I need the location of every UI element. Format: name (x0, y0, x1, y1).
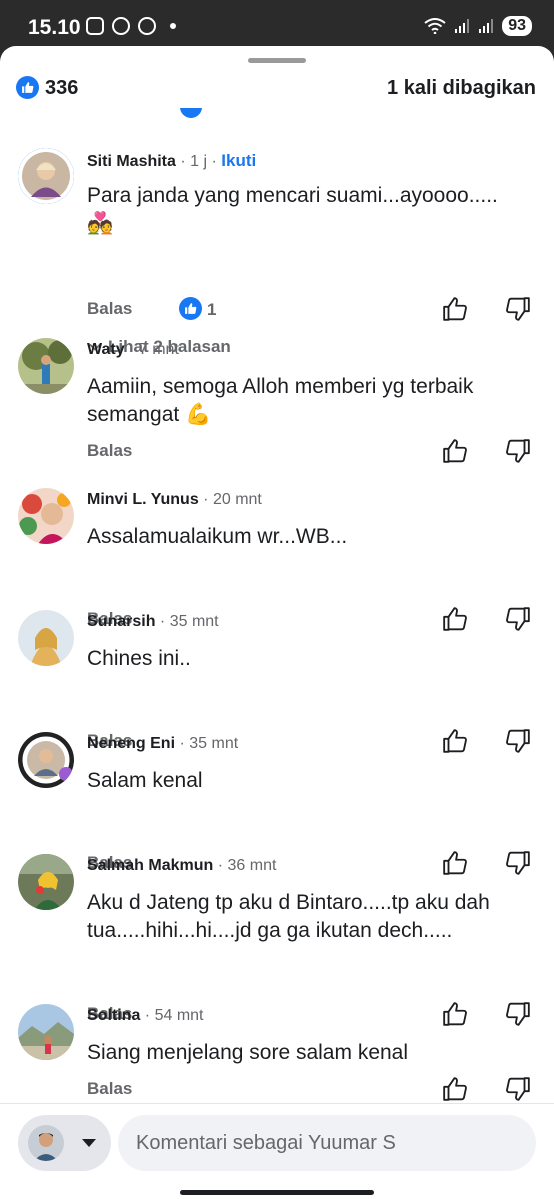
comment-emoji: 💑 (87, 212, 114, 235)
like-reaction-icon[interactable] (179, 297, 202, 320)
comment-text: Aku d Jateng tp aku d Bintaro.....tp aku… (87, 891, 490, 942)
signal-icon (455, 19, 470, 33)
like-count[interactable]: 336 (45, 77, 78, 100)
thumbs-up-outline-icon[interactable] (442, 606, 468, 632)
reactions-header: 336 1 kali dibagikan (0, 72, 554, 108)
comment-author[interactable]: Waty (87, 341, 125, 358)
whatsapp-icon (112, 17, 130, 35)
comment-composer: Komentari sebagai Yuumar S (0, 1103, 554, 1199)
wifi-icon (424, 18, 446, 34)
comment-author[interactable]: Sunarsih (87, 613, 155, 630)
comment-text: Salam kenal (87, 769, 203, 792)
avatar[interactable] (18, 732, 74, 788)
status-time: 15.10 (28, 16, 81, 39)
battery-level: 93 (502, 16, 532, 36)
thumbs-down-outline-icon[interactable] (505, 438, 531, 464)
account-switcher-button[interactable] (18, 1115, 111, 1171)
thumbs-down-outline-icon[interactable] (505, 296, 531, 322)
comment-meta: Waty · 7 mnt (87, 341, 179, 358)
reaction-count[interactable]: 1 (207, 300, 216, 320)
comment-meta: Neneng Eni · 35 mnt (87, 735, 239, 752)
thumbs-up-outline-icon[interactable] (442, 296, 468, 322)
avatar (28, 1125, 64, 1161)
thumbs-up-outline-icon[interactable] (442, 1076, 468, 1102)
thumbs-up-outline-icon[interactable] (442, 728, 468, 754)
avatar[interactable] (18, 148, 74, 204)
comment-meta: Sunarsih · 35 mnt (87, 613, 219, 630)
thumbs-up-outline-icon[interactable] (442, 438, 468, 464)
comment-time[interactable]: 7 mnt (139, 341, 179, 358)
status-notification-icons (86, 17, 176, 35)
comment-text: Chines ini.. (87, 647, 191, 670)
caret-down-icon (82, 1139, 96, 1147)
comment-meta: Soltina · 54 mnt (87, 1007, 204, 1024)
comment-time[interactable]: 54 mnt (155, 1007, 204, 1024)
comment-text: Assalamualaikum wr...WB... (87, 525, 348, 548)
signal-icon (479, 19, 494, 33)
thumbs-down-outline-icon[interactable] (505, 1001, 531, 1027)
thumbs-down-outline-icon[interactable] (505, 728, 531, 754)
more-notifications-dot (170, 23, 176, 29)
avatar[interactable] (18, 854, 74, 910)
like-icon[interactable] (16, 76, 39, 99)
comment-meta: Minvi L. Yunus · 20 mnt (87, 491, 262, 508)
status-bar: 15.10 93 (0, 0, 554, 52)
comment-input-placeholder: Komentari sebagai Yuumar S (136, 1131, 396, 1154)
avatar[interactable] (18, 1004, 74, 1060)
comment-author[interactable]: Siti Mashita (87, 153, 176, 170)
comment-text: Siang menjelang sore salam kenal (87, 1041, 409, 1064)
gesture-navigation-bar[interactable] (180, 1190, 374, 1195)
comment-text: Aamiin, semoga Alloh memberi yg terbaik … (87, 375, 474, 426)
comment-time[interactable]: 1 j (190, 153, 207, 170)
comment-meta: Siti Mashita · 1 j · Ikuti (87, 151, 257, 170)
comment-time[interactable]: 36 mnt (228, 857, 277, 874)
thumbs-up-outline-icon[interactable] (442, 1001, 468, 1027)
comment-time[interactable]: 20 mnt (213, 491, 262, 508)
thumbs-down-outline-icon[interactable] (505, 606, 531, 632)
reply-button[interactable]: Balas (87, 1079, 132, 1099)
avatar[interactable] (18, 338, 74, 394)
comment-author[interactable]: Soltina (87, 1007, 140, 1024)
comment-author[interactable]: Salmah Makmun (87, 857, 213, 874)
thumbs-down-outline-icon[interactable] (505, 1076, 531, 1102)
avatar[interactable] (18, 488, 74, 544)
avatar[interactable] (18, 610, 74, 666)
reply-button[interactable]: Balas (87, 441, 132, 461)
sheet-drag-handle[interactable] (248, 58, 306, 63)
comment-input[interactable]: Komentari sebagai Yuumar S (118, 1115, 536, 1171)
clipped-like-badge (180, 108, 202, 120)
comment-author[interactable]: Neneng Eni (87, 735, 175, 752)
comment-author[interactable]: Minvi L. Yunus (87, 491, 199, 508)
comment-time[interactable]: 35 mnt (170, 613, 219, 630)
screenshot-icon (86, 17, 104, 35)
share-count[interactable]: 1 kali dibagikan (387, 77, 536, 100)
thumbs-up-outline-icon[interactable] (442, 850, 468, 876)
comment-text: Para janda yang mencari suami...ayoooo..… (87, 184, 498, 235)
comment-meta: Salmah Makmun · 36 mnt (87, 857, 277, 874)
reply-button[interactable]: Balas (87, 299, 132, 319)
app-notification-icon (138, 17, 156, 35)
thumbs-down-outline-icon[interactable] (505, 850, 531, 876)
follow-button[interactable]: Ikuti (221, 151, 256, 170)
comments-sheet: 336 1 kali dibagikan Siti Mashita · 1 j … (0, 46, 554, 1199)
status-system-icons: 93 (424, 16, 532, 36)
comment-time[interactable]: 35 mnt (189, 735, 238, 752)
